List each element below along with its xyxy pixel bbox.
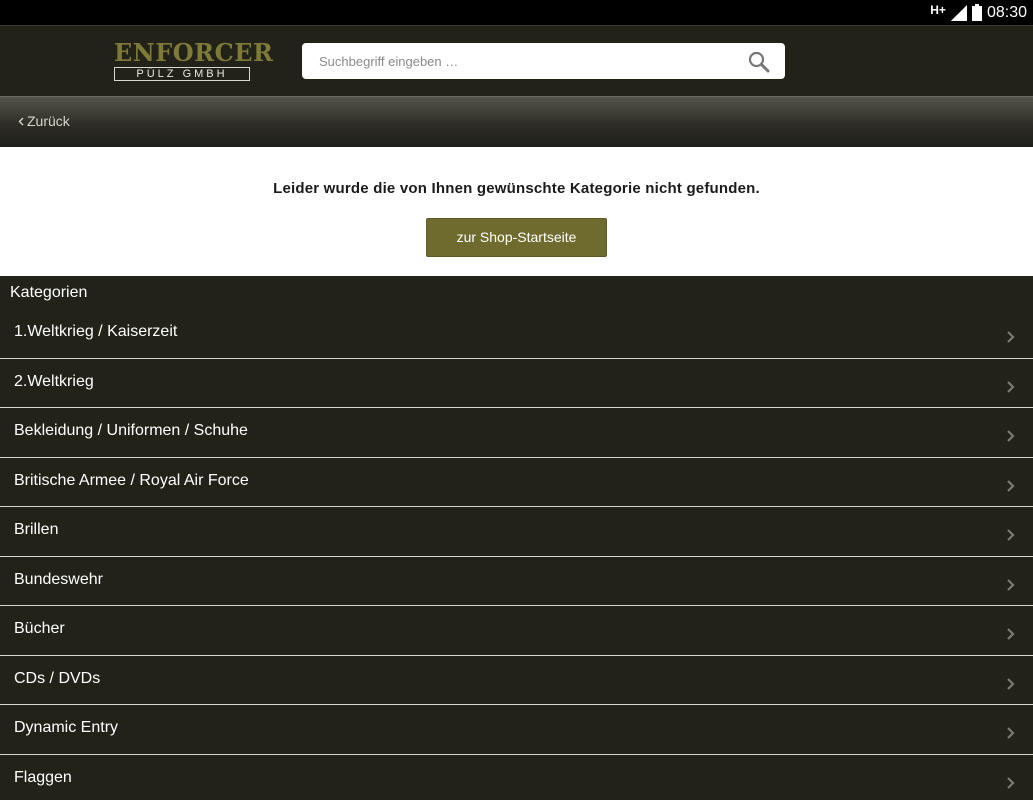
clock: 08:30 [986,3,1027,21]
chevron-right-icon [1007,380,1015,393]
notice-panel: Leider wurde die von Ihnen gewünschte Ka… [0,147,1033,276]
category-item[interactable]: Bücher [0,606,1033,656]
network-type: H+ [930,2,946,17]
chevron-left-icon [18,117,24,125]
category-label: 2.Weltkrieg [14,372,94,390]
not-found-message: Leider wurde die von Ihnen gewünschte Ka… [273,180,760,197]
category-label: Dynamic Entry [14,719,119,736]
chevron-right-icon [1007,628,1015,640]
category-label: Bundeswehr [14,570,103,588]
logo-wordmark: ENFORCER [114,38,274,67]
category-list: 1.Weltkrieg / Kaiserzeit 2.Weltkrieg Bekle… [0,309,1033,800]
shop-home-button[interactable]: zur Shop-Startseite [426,218,607,257]
chevron-right-icon [1007,727,1015,739]
category-item[interactable]: Flaggen [0,754,1033,800]
back-bar: Zurück [0,96,1033,147]
back-label: Zurück [27,113,70,129]
category-item[interactable]: CDs / DVDs [0,655,1033,705]
signal-icon [950,4,967,21]
logo[interactable]: ENFORCER PÜLZ GMBH [114,38,274,82]
category-label: Britische Armee / Royal Air Force [14,471,249,489]
chevron-right-icon [1007,479,1015,492]
chevron-right-icon [1007,331,1015,343]
chevron-right-icon [1007,776,1015,789]
category-label: CDs / DVDs [14,669,101,687]
category-item[interactable]: Bekleidung / Uniformen / Schuhe [0,408,1033,458]
back-button[interactable]: Zurück [18,113,70,129]
chevron-right-icon [1007,677,1015,690]
search-icon[interactable] [748,51,770,73]
header: ENFORCER PÜLZ GMBH [0,25,1033,96]
categories-heading: Kategorien [10,284,88,301]
category-item[interactable]: Dynamic Entry [0,705,1033,755]
category-item[interactable]: 1.Weltkrieg / Kaiserzeit [0,309,1033,359]
status-bar: H+ 08:30 [0,0,1033,25]
category-item[interactable]: Brillen [0,507,1033,557]
search-box [302,43,785,79]
status-icons: H+ 08:30 [930,0,1027,25]
chevron-right-icon [1007,529,1015,541]
logo-subtitle: PÜLZ GMBH [114,67,250,81]
category-label: Bücher [14,620,65,637]
chevron-right-icon [1007,430,1015,442]
category-item[interactable]: Britische Armee / Royal Air Force [0,457,1033,507]
category-label: 1.Weltkrieg / Kaiserzeit [14,323,178,340]
category-item[interactable]: 2.Weltkrieg [0,358,1033,408]
battery-icon [971,4,982,21]
category-item[interactable]: Bundeswehr [0,556,1033,606]
category-label: Flaggen [14,768,72,786]
search-input[interactable] [302,43,742,79]
chevron-right-icon [1007,578,1015,591]
category-label: Brillen [14,521,59,538]
category-label: Bekleidung / Uniformen / Schuhe [14,422,248,439]
